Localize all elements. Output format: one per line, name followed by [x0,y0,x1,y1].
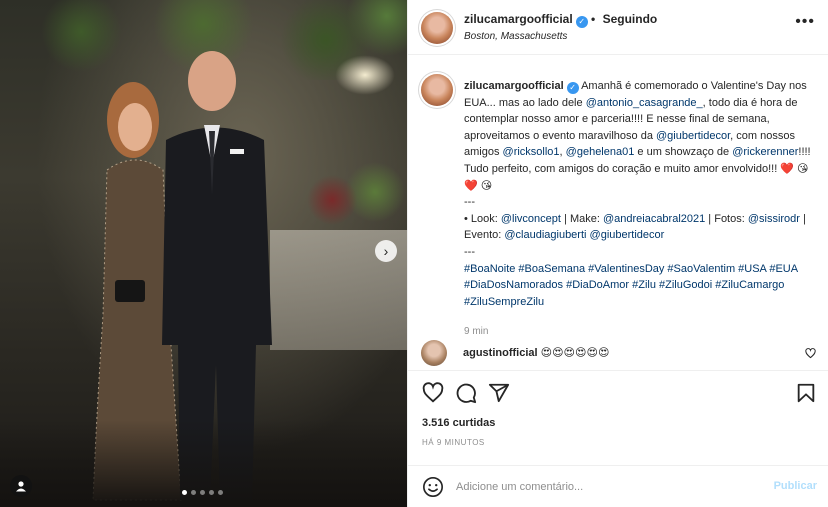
caption-separator: --- [464,196,475,209]
carousel-indicator [182,490,223,495]
carousel-dot [200,490,205,495]
carousel-dot [209,490,214,495]
separator-dot: • [591,12,596,26]
tagged-users-button[interactable] [10,475,32,497]
comment-composer: Publicar [408,465,828,507]
author-line: zilucamargoofficial ✓ • Seguindo [464,12,657,28]
post-location[interactable]: Boston, Massachusetts [464,31,567,42]
commenter-username[interactable]: agustinofficial [463,347,538,359]
save-icon[interactable] [795,382,817,404]
comment-input[interactable] [456,477,756,497]
mention-link[interactable]: @gehelena01 [566,146,635,158]
next-photo-button[interactable]: › [375,240,397,262]
caption-timestamp: 9 min [464,326,489,338]
comment-body: agustinofficial 😍😍😍😍😍😍 [463,346,609,359]
carousel-dot [218,490,223,495]
caption-username[interactable]: zilucamargoofficial [464,80,564,92]
likes-count[interactable]: 3.516 curtidas [422,417,495,429]
user-icon [16,481,26,492]
comment-icon[interactable] [455,382,477,404]
author-avatar[interactable] [421,12,453,44]
share-icon[interactable] [488,382,510,404]
following-button[interactable]: Seguindo [603,12,658,26]
post-caption: zilucamargoofficial ✓ Amanhã é comemorado… [464,78,819,341]
photo-flowers [300,160,407,240]
caption-author-avatar[interactable] [421,74,453,106]
publish-button[interactable]: Publicar [774,480,817,492]
emoji-icon[interactable] [422,476,444,498]
mention-link[interactable]: @sissirodr [748,213,800,225]
mention-link[interactable]: @giubertidecor [656,130,730,142]
mention-link[interactable]: @rickerenner [732,146,798,158]
more-options-icon[interactable]: ••• [795,13,815,31]
post-header: zilucamargoofficial ✓ • Seguindo Boston, … [408,0,828,55]
author-username[interactable]: zilucamargoofficial [464,12,573,26]
caption-separator: --- [464,245,475,258]
comment-text: 😍😍😍😍😍😍 [540,347,610,359]
mention-link[interactable]: @giubertidecor [590,229,665,241]
caption-text: • Look: [464,212,501,225]
caption-text: | Fotos: [705,212,748,225]
like-icon[interactable] [422,382,444,404]
mention-link[interactable]: @andreiacabral2021 [603,213,705,225]
mention-link[interactable]: @claudiagiuberti [504,229,586,241]
caption-text: e um showzaço de [634,146,733,159]
carousel-dot [191,490,196,495]
caption-text: | Make: [560,212,603,225]
action-bar [408,370,828,412]
commenter-avatar[interactable] [421,340,447,366]
verified-icon: ✓ [566,82,579,94]
comment-item: agustinofficial 😍😍😍😍😍😍 [421,340,816,366]
post-timestamp[interactable]: HÁ 9 MINUTOS [422,438,485,447]
post-photo[interactable]: › [0,0,407,507]
mention-link[interactable]: @ricksollo1 [503,146,560,158]
comments-area[interactable]: zilucamargoofficial ✓ Amanhã é comemorado… [408,56,828,368]
photo-chandelier [335,55,395,95]
post-panel: zilucamargoofficial ✓ • Seguindo Boston, … [407,0,828,507]
mention-link[interactable]: @antonio_casagrande_ [586,97,703,109]
verified-icon: ✓ [575,16,588,28]
like-comment-icon[interactable] [805,348,816,359]
mention-link[interactable]: @livconcept [501,213,561,225]
carousel-dot [182,490,187,495]
hashtag-links[interactable]: #BoaNoite #BoaSemana #ValentinesDay #Sao… [464,263,797,308]
